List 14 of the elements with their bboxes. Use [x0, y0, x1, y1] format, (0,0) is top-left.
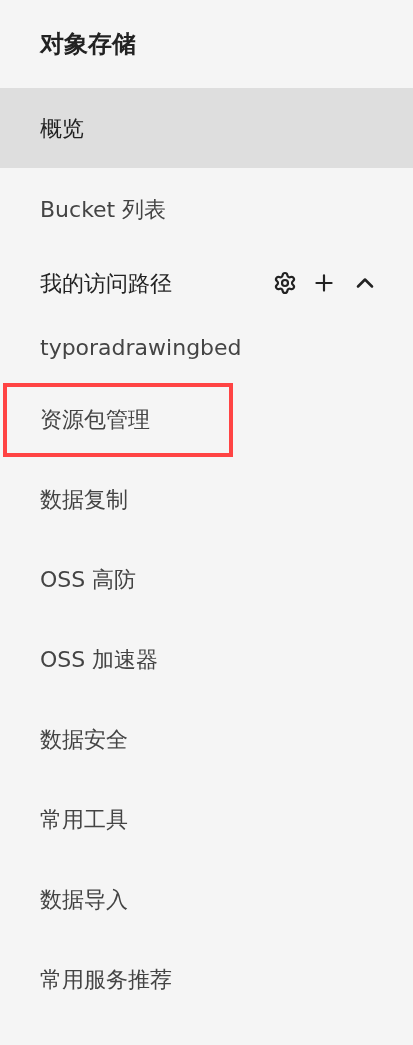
nav-item[interactable]: 数据复制 — [0, 459, 413, 539]
nav-item[interactable]: 数据导入 — [0, 859, 413, 939]
nav-item[interactable]: OSS 高防 — [0, 539, 413, 619]
nav-item[interactable]: OSS 加速器 — [0, 619, 413, 699]
nav-item[interactable]: 常用服务推荐 — [0, 939, 413, 1019]
nav-item[interactable]: 资源包管理 — [0, 379, 413, 459]
settings-icon[interactable] — [273, 271, 297, 295]
nav-item[interactable]: typoradrawingbed — [0, 316, 413, 379]
nav-item[interactable]: 常用工具 — [0, 779, 413, 859]
nav-item[interactable]: Bucket 列表 — [0, 168, 413, 250]
group-label: 我的访问路径 — [40, 269, 172, 298]
sidebar-title: 对象存储 — [40, 29, 136, 60]
nav-item[interactable]: 数据安全 — [0, 699, 413, 779]
nav-item[interactable]: 概览 — [0, 88, 413, 168]
